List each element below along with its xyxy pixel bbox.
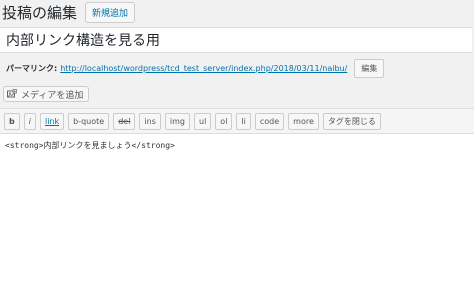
qt-li-button[interactable]: li <box>236 112 251 130</box>
page-header: 投稿の編集 新規追加 <box>0 0 136 24</box>
permalink-url[interactable]: http://localhost/wordpress/tcd_test_serv… <box>60 64 347 73</box>
qt-close-tags-button[interactable]: タグを閉じる <box>322 112 381 130</box>
qt-bold-button[interactable]: b <box>4 112 20 130</box>
qt-link-button[interactable]: link <box>39 112 65 130</box>
qt-ins-button[interactable]: ins <box>139 112 161 130</box>
post-title-input[interactable]: 内部リンク構造を見る用 <box>0 27 472 53</box>
media-add-icon <box>7 89 17 99</box>
editor-textarea[interactable]: <strong>内部リンクを見ましょう</strong> <box>0 134 474 157</box>
qt-img-button[interactable]: img <box>164 112 190 130</box>
quicktags-toolbar: b i link b-quote del ins img ul ol li co… <box>0 109 474 134</box>
qt-italic-button[interactable]: i <box>23 112 36 130</box>
permalink-row: パーマリンク: http://localhost/wordpress/tcd_t… <box>6 59 385 78</box>
qt-code-button[interactable]: code <box>254 112 285 130</box>
add-media-label: メディアを追加 <box>21 90 84 101</box>
add-new-button[interactable]: 新規追加 <box>85 1 136 23</box>
text-editor: b i link b-quote del ins img ul ol li co… <box>0 108 474 290</box>
add-media-button[interactable]: メディアを追加 <box>3 86 90 102</box>
page-title: 投稿の編集 <box>2 3 78 22</box>
qt-del-button[interactable]: del <box>113 112 136 130</box>
permalink-label: パーマリンク: <box>6 64 58 73</box>
post-title-text: 内部リンク構造を見る用 <box>6 33 160 49</box>
qt-ul-button[interactable]: ul <box>194 112 212 130</box>
editor-text: <strong>内部リンクを見ましょう</strong> <box>5 141 175 150</box>
qt-ol-button[interactable]: ol <box>215 112 233 130</box>
qt-blockquote-button[interactable]: b-quote <box>68 112 110 130</box>
edit-permalink-button[interactable]: 編集 <box>354 59 385 78</box>
qt-more-button[interactable]: more <box>288 112 319 130</box>
